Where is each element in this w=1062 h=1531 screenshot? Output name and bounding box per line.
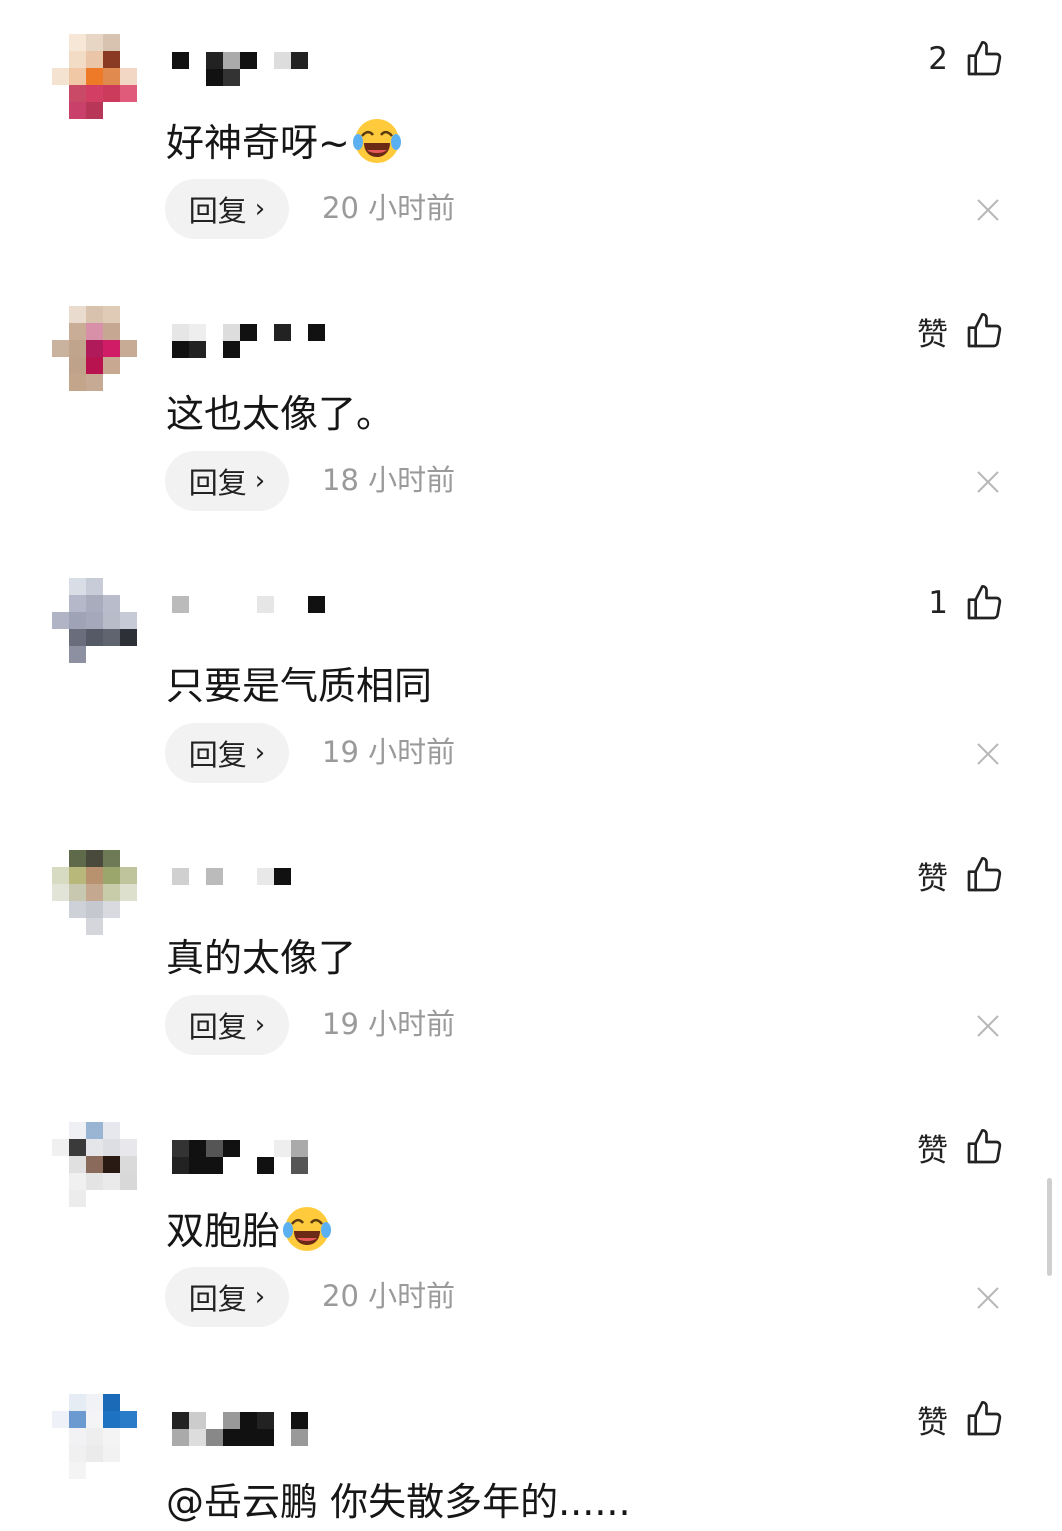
- like-control[interactable]: 2: [928, 38, 1004, 80]
- username-blurred[interactable]: [172, 868, 352, 908]
- comment-text: @岳云鹏 你失散多年的......: [166, 1480, 631, 1524]
- crying-laughing-emoji-icon: [352, 119, 401, 163]
- comment-item: 赞 真的太像了 回复 › 19 小时前: [0, 832, 1062, 1104]
- chevron-right-icon: ›: [254, 738, 266, 768]
- like-count: 赞: [917, 860, 948, 897]
- like-count: 赞: [917, 1404, 948, 1441]
- like-count: 赞: [917, 1132, 948, 1169]
- timestamp: 19 小时前: [322, 735, 456, 769]
- thumbs-up-icon[interactable]: [964, 855, 1004, 895]
- scrollbar[interactable]: [1047, 1178, 1052, 1276]
- comment-text: 这也太像了。: [166, 392, 395, 436]
- like-count: 2: [928, 41, 948, 77]
- like-control[interactable]: 赞: [917, 1126, 1004, 1169]
- username-blurred[interactable]: [172, 324, 352, 364]
- comment-text: 好神奇呀~: [166, 116, 402, 169]
- avatar[interactable]: [52, 578, 137, 663]
- close-icon[interactable]: [976, 470, 1000, 494]
- comment-item: 赞 这也太像了。 回复 › 18 小时前: [0, 288, 1062, 560]
- like-count: 1: [928, 585, 948, 621]
- reply-button[interactable]: 回复 ›: [165, 723, 289, 783]
- reply-button[interactable]: 回复 ›: [165, 179, 289, 239]
- chevron-right-icon: ›: [254, 1010, 266, 1040]
- comment-item: 2 好神奇呀~ 回复 › 20 小时前: [0, 16, 1062, 288]
- close-icon[interactable]: [976, 1286, 1000, 1310]
- reply-button[interactable]: 回复 ›: [165, 1267, 289, 1327]
- avatar[interactable]: [52, 306, 137, 391]
- like-control[interactable]: 赞: [917, 854, 1004, 897]
- comment-text: 真的太像了: [166, 936, 357, 980]
- crying-laughing-emoji-icon: [283, 1207, 332, 1251]
- avatar[interactable]: [52, 850, 137, 935]
- thumbs-up-icon[interactable]: [964, 1127, 1004, 1167]
- thumbs-up-icon[interactable]: [964, 1399, 1004, 1439]
- like-control[interactable]: 赞: [917, 1398, 1004, 1441]
- comment-text: 双胞胎: [166, 1204, 332, 1257]
- reply-button[interactable]: 回复 ›: [165, 995, 289, 1055]
- like-count: 赞: [917, 316, 948, 353]
- username-blurred[interactable]: [172, 596, 352, 636]
- username-blurred[interactable]: [172, 1140, 352, 1180]
- timestamp: 20 小时前: [322, 191, 456, 225]
- chevron-right-icon: ›: [254, 1282, 266, 1312]
- close-icon[interactable]: [976, 742, 1000, 766]
- thumbs-up-icon[interactable]: [964, 583, 1004, 623]
- timestamp: 18 小时前: [322, 463, 456, 497]
- avatar[interactable]: [52, 34, 137, 119]
- timestamp: 20 小时前: [322, 1279, 456, 1313]
- thumbs-up-icon[interactable]: [964, 311, 1004, 351]
- timestamp: 19 小时前: [322, 1007, 456, 1041]
- comment-item: 赞 双胞胎 回复 › 20 小时前: [0, 1104, 1062, 1376]
- chevron-right-icon: ›: [254, 194, 266, 224]
- like-control[interactable]: 赞: [917, 310, 1004, 353]
- avatar[interactable]: [52, 1122, 137, 1207]
- avatar[interactable]: [52, 1394, 137, 1479]
- close-icon[interactable]: [976, 1014, 1000, 1038]
- reply-button[interactable]: 回复 ›: [165, 451, 289, 511]
- thumbs-up-icon[interactable]: [964, 39, 1004, 79]
- close-icon[interactable]: [976, 198, 1000, 222]
- username-blurred[interactable]: [172, 52, 352, 92]
- comment-text: 只要是气质相同: [166, 664, 433, 708]
- chevron-right-icon: ›: [254, 466, 266, 496]
- username-blurred[interactable]: [172, 1412, 352, 1452]
- comment-item: 赞 @岳云鹏 你失散多年的......: [0, 1376, 1062, 1531]
- comment-item: 1 只要是气质相同 回复 › 19 小时前: [0, 560, 1062, 832]
- like-control[interactable]: 1: [928, 582, 1004, 624]
